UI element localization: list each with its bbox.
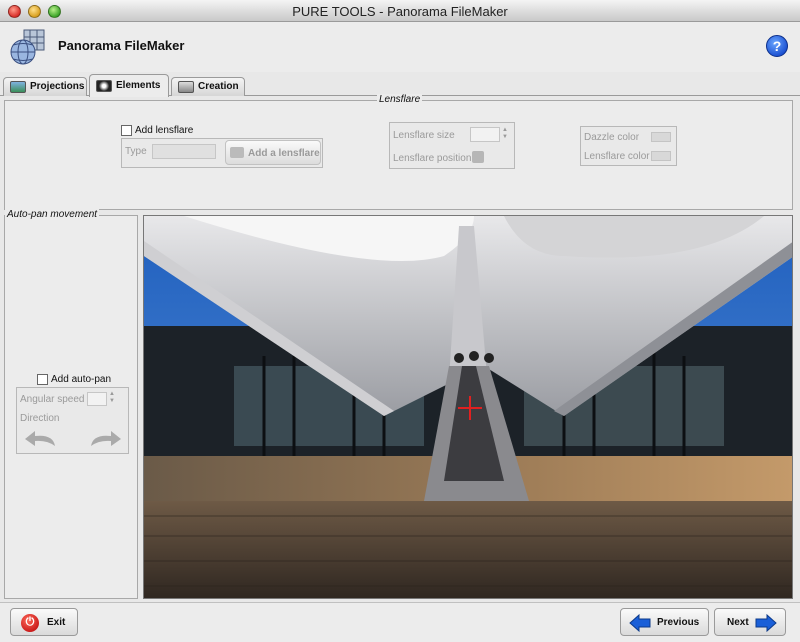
add-lensflare-button[interactable]: Add a lensflare xyxy=(225,140,321,165)
lensflare-panel: Lensflare Add lensflare Type Add a lensf… xyxy=(4,94,793,210)
folder-icon xyxy=(230,147,244,158)
rotate-right-icon[interactable] xyxy=(89,430,123,448)
lensflare-legend: Lensflare xyxy=(377,94,423,105)
tab-projections-label: Projections xyxy=(30,81,85,92)
exit-button[interactable]: ⏻ Exit xyxy=(10,608,78,636)
projections-icon xyxy=(10,81,26,93)
direction-label: Direction xyxy=(20,413,60,424)
power-icon: ⏻ xyxy=(21,614,39,632)
help-icon[interactable]: ? xyxy=(766,35,788,57)
autopan-settings-group: Angular speed ▲ ▼ Direction xyxy=(16,387,129,454)
tab-projections[interactable]: Projections xyxy=(3,77,87,96)
elements-icon xyxy=(96,80,112,92)
window-title: PURE TOOLS - Panorama FileMaker xyxy=(292,4,508,19)
autopan-panel: Auto-pan movement Add auto-pan Angular s… xyxy=(4,209,138,599)
panorama-viewer[interactable] xyxy=(143,215,793,599)
type-select[interactable] xyxy=(152,144,216,159)
panorama-image[interactable] xyxy=(144,216,793,599)
dazzle-color-label: Dazzle color xyxy=(584,132,640,143)
lensflare-size-stepper[interactable]: ▲ ▼ xyxy=(501,127,509,143)
bottom-bar: ⏻ Exit Previous Next xyxy=(0,602,800,642)
angular-speed-label: Angular speed xyxy=(20,394,85,405)
rotate-left-icon[interactable] xyxy=(23,430,57,448)
arrow-right-icon xyxy=(755,614,777,632)
app-name: Panorama FileMaker xyxy=(58,38,185,53)
tab-bar: Projections Elements Creation xyxy=(0,74,800,97)
autopan-legend: Auto-pan movement xyxy=(5,209,100,220)
lensflare-size-input[interactable] xyxy=(470,127,500,142)
tab-elements[interactable]: Elements xyxy=(89,74,169,97)
tab-elements-label: Elements xyxy=(116,80,161,91)
app-header: Panorama FileMaker ? xyxy=(0,22,800,72)
lensflare-type-group: Type Add a lensflare xyxy=(121,138,323,168)
previous-button[interactable]: Previous xyxy=(620,608,709,636)
lensflare-colors-group: Dazzle color Lensflare color xyxy=(580,126,677,166)
previous-button-label: Previous xyxy=(657,617,700,628)
angular-speed-stepper[interactable]: ▲ ▼ xyxy=(108,391,116,407)
add-autopan-label: Add auto-pan xyxy=(51,374,112,385)
add-lensflare-button-label: Add a lensflare xyxy=(248,148,320,159)
lensflare-size-group: Lensflare size ▲ ▼ Lensflare position xyxy=(389,122,515,169)
window-titlebar: PURE TOOLS - Panorama FileMaker xyxy=(0,0,800,22)
dazzle-color-swatch[interactable] xyxy=(651,132,671,142)
creation-icon xyxy=(178,81,194,93)
tab-creation[interactable]: Creation xyxy=(171,77,245,96)
next-button[interactable]: Next xyxy=(714,608,786,636)
arrow-left-icon xyxy=(629,614,651,632)
lensflare-size-label: Lensflare size xyxy=(393,130,455,141)
lensflare-color-label: Lensflare color xyxy=(584,151,650,162)
angular-speed-input[interactable] xyxy=(87,392,107,406)
lensflare-color-swatch[interactable] xyxy=(651,151,671,161)
tab-creation-label: Creation xyxy=(198,81,239,92)
panorama-logo-icon xyxy=(10,29,45,65)
crosshair-picker-icon[interactable] xyxy=(472,151,484,163)
add-lensflare-checkbox[interactable] xyxy=(121,125,132,136)
lensflare-position-label: Lensflare position xyxy=(393,153,472,164)
add-autopan-checkbox[interactable] xyxy=(37,374,48,385)
type-label: Type xyxy=(125,146,147,157)
next-button-label: Next xyxy=(727,617,749,628)
add-lensflare-label: Add lensflare xyxy=(135,125,194,136)
exit-button-label: Exit xyxy=(47,617,66,628)
